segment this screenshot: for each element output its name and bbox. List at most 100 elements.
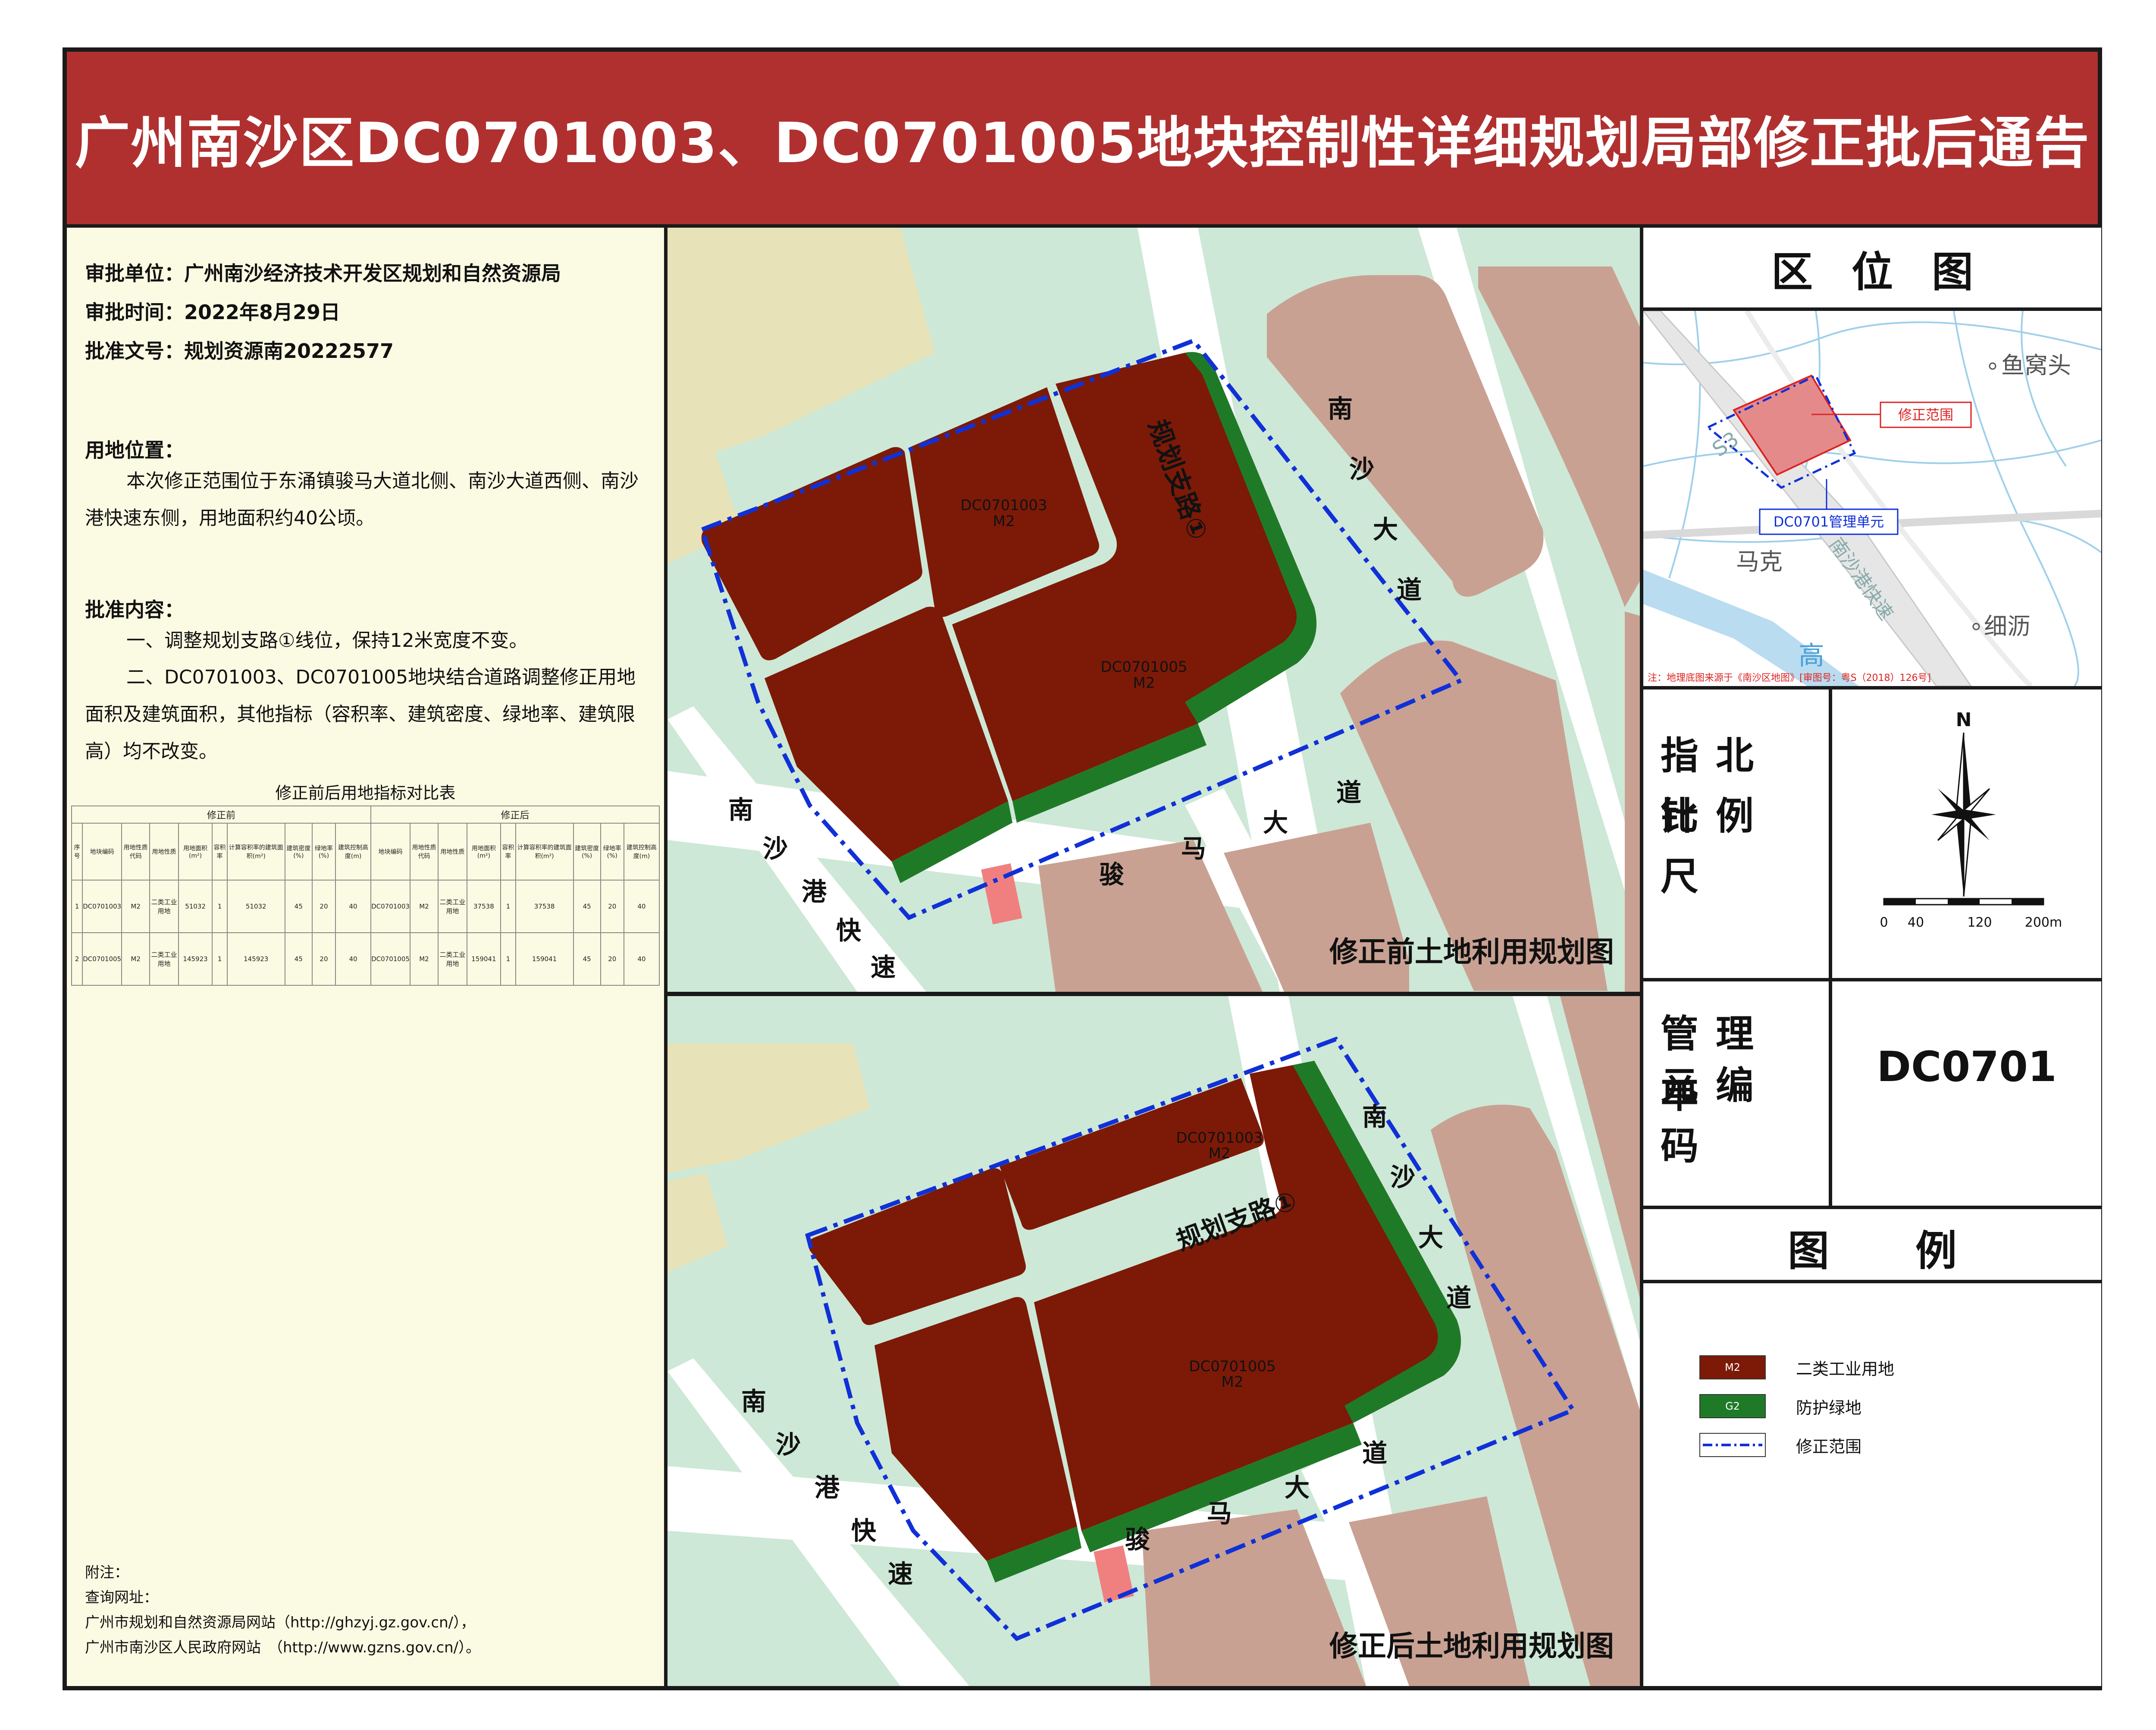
table-cell: 40	[623, 932, 660, 986]
road-expressway-char: 速	[871, 953, 896, 982]
table-header-cell: 用地面积(m²)	[178, 823, 213, 881]
road-expressway-char: 港	[802, 877, 827, 906]
road-junma-char: 道	[1362, 1439, 1387, 1468]
parcel-a-use: M2	[993, 513, 1015, 530]
table-cell: 1	[71, 880, 83, 933]
road-nansha-char: 南	[1362, 1102, 1387, 1131]
date-line: 审批时间：2022年8月29日	[85, 301, 341, 324]
road-junma-char: 马	[1207, 1499, 1232, 1528]
parcel-a-use: M2	[1209, 1145, 1231, 1162]
unit-callout-text: DC0701管理单元	[1774, 514, 1884, 530]
table-cell: 1	[212, 932, 228, 986]
map-before-label: 修正前土地利用规划图	[1329, 935, 1614, 968]
table-header-cell: 建筑控制高度(m)	[623, 823, 660, 881]
place-xili: 细沥	[1984, 613, 2031, 640]
map-after-label: 修正后土地利用规划图	[1329, 1630, 1614, 1663]
table-cell: DC0701003	[370, 880, 411, 933]
table-cell: 20	[311, 880, 336, 933]
parcel-a-code: DC0701003	[960, 497, 1047, 514]
table-cell: M2	[409, 932, 439, 986]
table-cell: 45	[573, 932, 601, 986]
table-cell: 40	[335, 932, 372, 986]
other-land-parcel	[1625, 611, 1640, 992]
road-expressway-char: 快	[836, 916, 862, 945]
group-after-header: 修正后	[370, 805, 660, 824]
north-arrow-scale: N 0 40 120 200m	[1880, 709, 2062, 930]
road-expressway-char: 港	[815, 1473, 840, 1502]
legend-item-boundary: 修正范围	[1699, 1433, 1861, 1457]
table-header-row: 序号 地块编码 用地性质代码 用地性质 用地面积(m²) 容积率 计算容积率的建筑面积(m²…	[71, 823, 660, 881]
table-cell: 二类工业用地	[149, 932, 179, 986]
table-cell: 45	[573, 880, 601, 933]
parcel-a-code: DC0701003	[1176, 1129, 1263, 1147]
table-cell: 1	[212, 880, 228, 933]
table-cell: 40	[335, 880, 372, 933]
title-bar: 广州南沙区DC0701003、DC0701005地块控制性详细规划局部修正批后通…	[67, 52, 2098, 228]
table-cell: 45	[284, 932, 313, 986]
scale-label-0: 0	[1880, 915, 1888, 930]
comparison-table: 修正前 修正后 序号 地块编码 用地性质代码 用地性质 用地面积(m²) 容积率 计算容积率…	[71, 805, 660, 986]
table-cell: 20	[600, 932, 624, 986]
location-text: 本次修正范围位于东涌镇骏马大道北侧、南沙大道西侧、南沙港快速东侧，用地面积约40…	[85, 470, 639, 529]
map-before: DC0701003 M2 DC0701005 M2 规划支路① 南沙大道 骏马大…	[667, 228, 1640, 996]
table-cell: 1	[500, 880, 516, 933]
table-cell: M2	[121, 880, 150, 933]
legend-heading: 图例	[1788, 1227, 2043, 1275]
road-nansha-char: 道	[1446, 1283, 1471, 1313]
road-expressway-char: 南	[728, 795, 753, 824]
table-cell: 159041	[515, 932, 574, 986]
legend-label-industrial: 二类工业用地	[1796, 1359, 1895, 1379]
table-cell: DC0701003	[82, 880, 122, 933]
notice-frame: 广州南沙区DC0701003、DC0701005地块控制性详细规划局部修正批后通…	[63, 47, 2102, 1690]
road-nansha-char: 大	[1418, 1223, 1443, 1252]
road-junma-char: 骏	[1099, 860, 1124, 889]
table-header-cell: 绿地率(%)	[600, 823, 624, 881]
table-header-cell: 容积率	[500, 823, 516, 881]
road-expressway-char: 沙	[776, 1430, 801, 1459]
legend-swatch-g2: G2	[1699, 1394, 1766, 1418]
unit-code-value: DC0701	[1877, 1043, 2057, 1091]
table-header-cell: 建筑控制高度(m)	[335, 823, 372, 881]
scale-label-2: 120	[1967, 915, 1992, 930]
page-title: 广州南沙区DC0701003、DC0701005地块控制性详细规划局部修正批后通…	[75, 111, 2090, 176]
road-nansha-char: 沙	[1390, 1163, 1415, 1192]
notes-line-1: 查询网址：	[85, 1589, 158, 1606]
table-cell: 51032	[178, 880, 213, 933]
table-header-cell: 用地性质	[438, 823, 467, 881]
table-cell: M2	[121, 932, 150, 986]
notes-line-3: 广州市南沙区人民政府网站 （http://www.gzns.gov.cn/）。	[85, 1639, 481, 1656]
legend-label-boundary: 修正范围	[1796, 1437, 1862, 1456]
table-cell: 20	[311, 932, 336, 986]
notes-block: 附注： 查询网址： 广州市规划和自然资源局网站（http://ghzyj.gz.…	[85, 1560, 480, 1660]
location-map-heading: 区位图	[1771, 248, 2012, 296]
table-cell: DC0701005	[82, 932, 122, 986]
scale-label-3: 200m	[2025, 915, 2062, 930]
parcel-b-use: M2	[1222, 1373, 1244, 1391]
road-junma-char: 道	[1336, 778, 1361, 807]
road-junma-char: 骏	[1125, 1525, 1150, 1554]
road-expressway-char: 南	[741, 1387, 766, 1416]
location-heading: 用地位置：	[85, 439, 184, 462]
table-cell: 45	[284, 880, 313, 933]
table-header-cell: 用地面积(m²)	[466, 823, 501, 881]
road-nansha-char: 南	[1328, 394, 1353, 423]
source-note: 注：地理底图来源于《南沙区地图》[审图号：粤S（2018）126号]	[1648, 673, 1931, 683]
table-row: 2 DC0701005 M2 二类工业用地 145923 1 145923 45 20 40 DC0…	[71, 932, 660, 986]
table-cell: 二类工业用地	[438, 880, 467, 933]
table-header-cell: 建筑密度(%)	[573, 823, 601, 881]
content-heading: 批准内容：	[85, 598, 184, 621]
map-after-svg: DC0701003 M2 DC0701005 M2 规划支路① 南沙大道 骏马大…	[667, 996, 1640, 1686]
parcel-b-use: M2	[1133, 674, 1155, 692]
table-cell: 37538	[466, 880, 501, 933]
approver-line: 审批单位：广州南沙经济技术开发区规划和自然资源局	[85, 262, 561, 285]
table-header-cell: 用地性质	[149, 823, 179, 881]
table-row: 1 DC0701003 M2 二类工业用地 51032 1 51032 45 20 40 DC070…	[71, 880, 660, 933]
table-cell: DC0701005	[370, 932, 411, 986]
compass-title-2: 比例尺	[1661, 794, 1771, 899]
road-nansha-char: 道	[1397, 575, 1422, 605]
parcel-b-code: DC0701005	[1100, 658, 1187, 676]
road-nansha-char: 大	[1373, 515, 1398, 544]
table-cell: 二类工业用地	[438, 932, 467, 986]
table-cell: 145923	[178, 932, 213, 986]
legend-label-green: 防护绿地	[1796, 1398, 1862, 1417]
